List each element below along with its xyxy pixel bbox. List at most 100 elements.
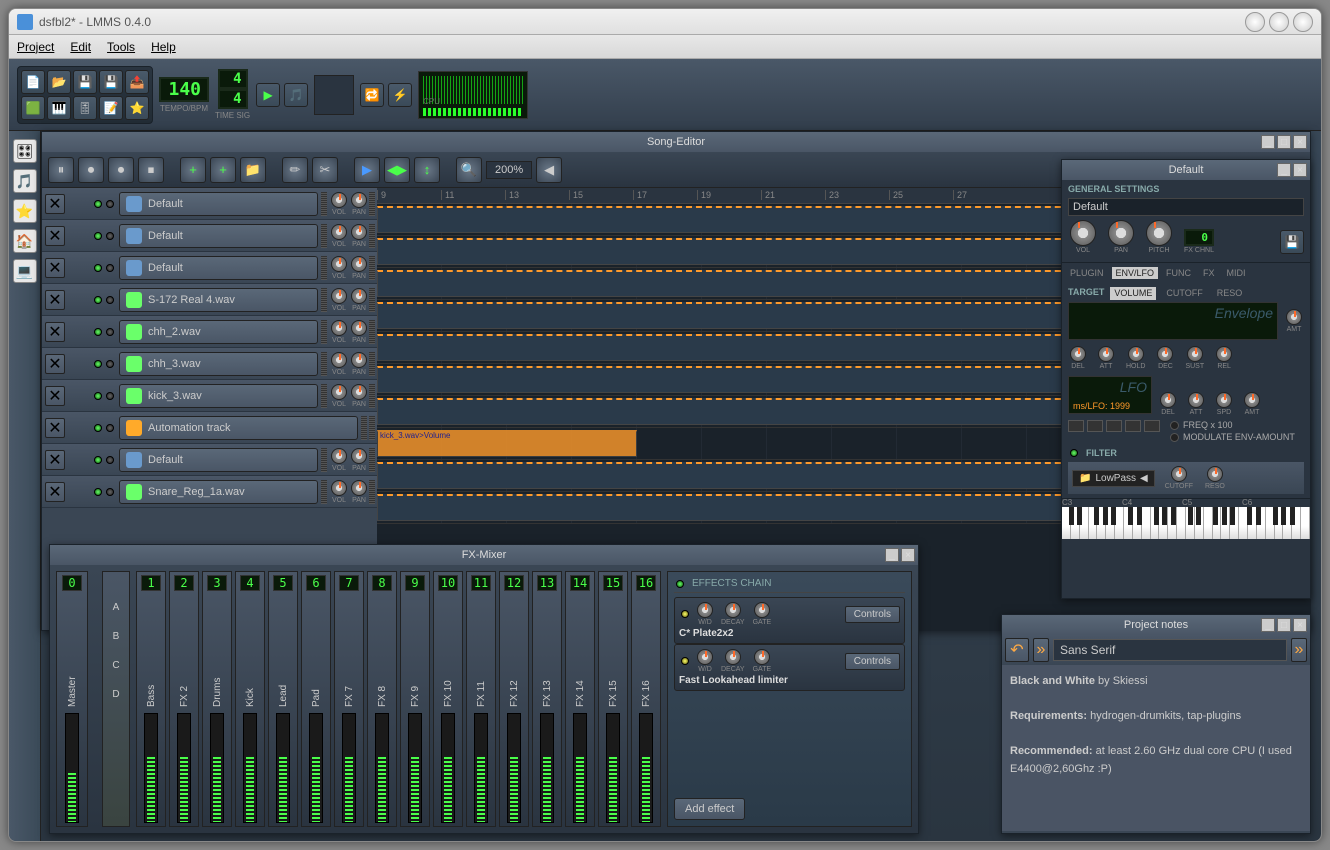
piano-black-key[interactable] xyxy=(1111,507,1116,525)
save-as-button[interactable]: 💾 xyxy=(99,70,123,94)
solo-led[interactable] xyxy=(106,424,114,432)
track-resize[interactable] xyxy=(369,224,375,248)
track-vol-knob[interactable] xyxy=(331,448,347,464)
filter-type-select[interactable]: 📁 LowPass ◀ xyxy=(1072,470,1155,487)
edit-mode-button[interactable]: ✂ xyxy=(312,157,338,183)
track-vol-knob[interactable] xyxy=(331,256,347,272)
track-resize[interactable] xyxy=(369,288,375,312)
sidebar-computer[interactable]: 💻 xyxy=(13,259,37,283)
piano-black-key[interactable] xyxy=(1162,507,1167,525)
solo-led[interactable] xyxy=(106,200,114,208)
notes-min-button[interactable]: _ xyxy=(1261,618,1275,632)
add-bb-track-button[interactable]: + xyxy=(180,157,206,183)
lfo-spd-knob[interactable] xyxy=(1216,392,1232,408)
freq-x100-radio[interactable] xyxy=(1170,421,1179,430)
track-vol-knob[interactable] xyxy=(331,320,347,336)
menu-edit[interactable]: Edit xyxy=(70,40,91,54)
fx-fader[interactable] xyxy=(540,713,554,823)
target-cutoff[interactable]: CUTOFF xyxy=(1162,287,1206,300)
auto-button[interactable]: 🔁 xyxy=(360,83,384,107)
reso-knob[interactable] xyxy=(1207,466,1223,482)
fx-strip[interactable]: 7FX 7 xyxy=(334,571,364,827)
track-settings-button[interactable]: ✕ xyxy=(45,354,65,374)
fx-fader[interactable] xyxy=(441,713,455,823)
effect-led[interactable] xyxy=(681,657,689,665)
notes-titlebar[interactable]: Project notes _ □ × xyxy=(1002,615,1310,635)
piano-black-key[interactable] xyxy=(1103,507,1108,525)
loop-button[interactable]: ◀▶ xyxy=(384,157,410,183)
piano-black-key[interactable] xyxy=(1196,507,1201,525)
fx-strip[interactable]: 9FX 9 xyxy=(400,571,430,827)
track-pan-knob[interactable] xyxy=(351,352,367,368)
sidebar-instruments[interactable]: 🎛 xyxy=(13,139,37,163)
env-rel-knob[interactable] xyxy=(1216,346,1232,362)
env-att-knob[interactable] xyxy=(1098,346,1114,362)
expand-button[interactable]: » xyxy=(1033,638,1049,662)
inst-pitch-knob[interactable] xyxy=(1146,220,1172,246)
track-name-field[interactable]: Default xyxy=(119,448,318,472)
track-grip[interactable] xyxy=(321,320,327,344)
expand2-button[interactable]: » xyxy=(1291,638,1307,662)
effect-controls-button[interactable]: Controls xyxy=(845,653,900,670)
loop-start-button[interactable]: ▶ xyxy=(354,157,380,183)
track-vol-knob[interactable] xyxy=(331,224,347,240)
track-settings-button[interactable]: ✕ xyxy=(45,482,65,502)
target-reso[interactable]: RESO xyxy=(1213,287,1247,300)
fx-w/d-knob[interactable] xyxy=(697,602,713,618)
new-file-button[interactable]: 📄 xyxy=(21,70,45,94)
track-settings-button[interactable]: ✕ xyxy=(45,322,65,342)
fx-strip[interactable]: 3Drums xyxy=(202,571,232,827)
fx-strip[interactable]: 2FX 2 xyxy=(169,571,199,827)
fx-fader[interactable] xyxy=(507,713,521,823)
menu-help[interactable]: Help xyxy=(151,40,176,54)
notes-max-button[interactable]: □ xyxy=(1277,618,1291,632)
fx-min-button[interactable]: _ xyxy=(885,548,899,562)
inst-close-button[interactable]: × xyxy=(1293,163,1307,177)
sidebar-presets[interactable]: ⭐ xyxy=(13,199,37,223)
metronome-button[interactable]: 🎵 xyxy=(284,83,308,107)
fx-strip[interactable]: 10FX 10 xyxy=(433,571,463,827)
solo-led[interactable] xyxy=(106,360,114,368)
fx-mixer-titlebar[interactable]: FX-Mixer _ × xyxy=(50,545,918,565)
mute-led[interactable] xyxy=(94,232,102,240)
track-settings-button[interactable]: ✕ xyxy=(45,386,65,406)
fx-strip[interactable]: 1Bass xyxy=(136,571,166,827)
filter-led[interactable] xyxy=(1070,449,1078,457)
close-button[interactable] xyxy=(1293,12,1313,32)
fx-strip[interactable]: 12FX 12 xyxy=(499,571,529,827)
fx-strip[interactable]: 16FX 16 xyxy=(631,571,661,827)
fx-fader[interactable] xyxy=(639,713,653,823)
fx-strip[interactable]: 4Kick xyxy=(235,571,265,827)
fx-decay-knob[interactable] xyxy=(725,649,741,665)
fx-w/d-knob[interactable] xyxy=(697,649,713,665)
track-pan-knob[interactable] xyxy=(351,320,367,336)
track-name-field[interactable]: Default xyxy=(119,256,318,280)
track-resize[interactable] xyxy=(369,256,375,280)
piano-black-key[interactable] xyxy=(1069,507,1074,525)
solo-led[interactable] xyxy=(106,232,114,240)
piano-key[interactable] xyxy=(1115,507,1124,539)
track-name-field[interactable]: Default xyxy=(119,192,318,216)
lfo-display[interactable]: LFO ms/LFO: 1999 xyxy=(1068,376,1152,414)
piano-black-key[interactable] xyxy=(1290,507,1295,525)
send-d[interactable]: D xyxy=(112,689,119,700)
track-resize[interactable] xyxy=(369,480,375,504)
notes-text[interactable]: Black and White by Skiessi Requirements:… xyxy=(1002,665,1310,831)
target-volume[interactable]: VOLUME xyxy=(1110,287,1156,300)
song-record-button[interactable]: ⏺ xyxy=(78,157,104,183)
piano-roll-button[interactable]: 🎹 xyxy=(47,96,71,120)
bb-editor-button[interactable]: 🟩 xyxy=(21,96,45,120)
track-pan-knob[interactable] xyxy=(351,224,367,240)
solo-led[interactable] xyxy=(106,392,114,400)
env-hold-knob[interactable] xyxy=(1128,346,1144,362)
chain-led[interactable] xyxy=(676,580,684,588)
track-resize[interactable] xyxy=(369,320,375,344)
solo-led[interactable] xyxy=(106,488,114,496)
track-grip[interactable] xyxy=(361,416,367,440)
modulate-radio[interactable] xyxy=(1170,433,1179,442)
track-grip[interactable] xyxy=(321,480,327,504)
piano-black-key[interactable] xyxy=(1154,507,1159,525)
lfo-wave-sq[interactable] xyxy=(1125,420,1141,432)
controller-button[interactable]: ⭐ xyxy=(125,96,149,120)
lfo-wave-user[interactable] xyxy=(1144,420,1160,432)
